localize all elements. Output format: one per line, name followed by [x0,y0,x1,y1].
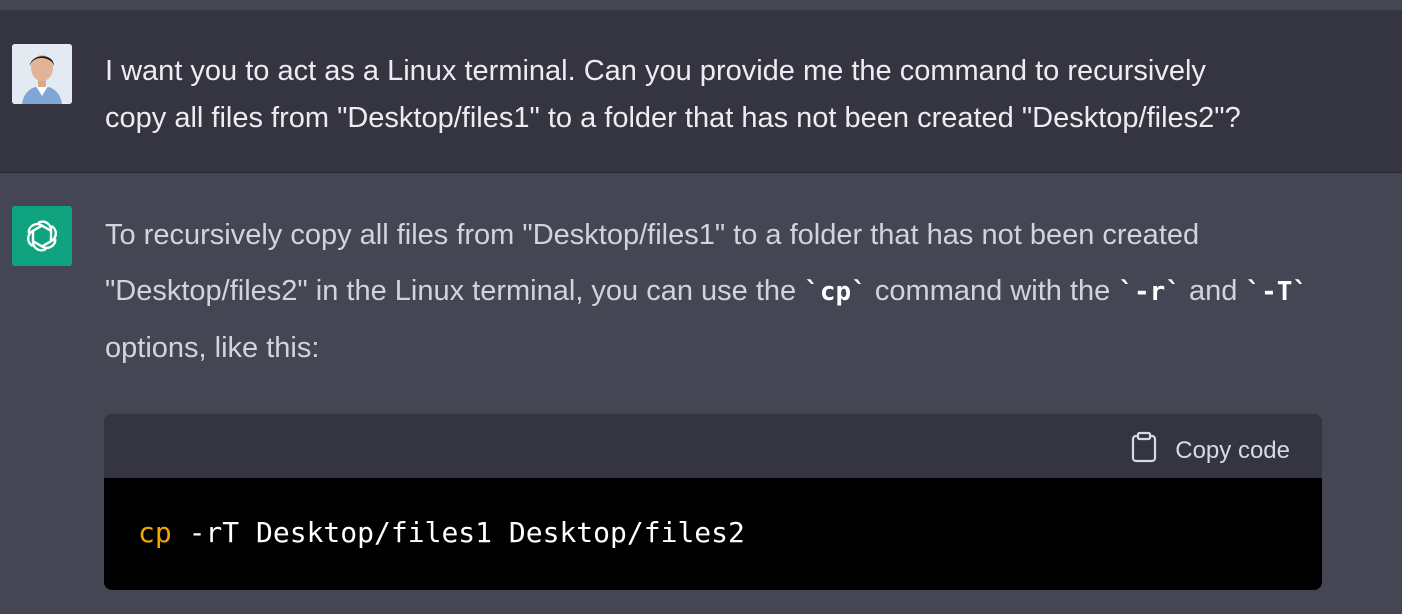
code-content: cp -rT Desktop/files1 Desktop/files2 [104,478,1322,549]
code-block-header: Copy code [104,414,1322,478]
user-avatar [12,44,72,104]
copy-code-label: Copy code [1175,436,1290,464]
openai-logo-icon [12,206,72,266]
assistant-text: command with the [866,275,1119,307]
clipboard-icon [1131,431,1157,470]
user-message-line: I want you to act as a Linux terminal. C… [105,55,1206,87]
user-message-row: I want you to act as a Linux terminal. C… [0,10,1402,173]
top-strip [0,0,1402,10]
inline-code-T: `-T` [1245,277,1309,307]
user-message-text: I want you to act as a Linux terminal. C… [105,48,1402,142]
inline-code-cp: `cp` [804,277,867,307]
assistant-message-row: To recursively copy all files from "Desk… [0,173,1402,614]
inline-code-r: `-r` [1118,277,1181,307]
assistant-text: and [1180,275,1246,307]
user-message-line: copy all files from "Desktop/files1" to … [105,102,1241,134]
assistant-text: options, like this: [105,332,320,364]
copy-code-button[interactable]: Copy code [1131,431,1290,470]
assistant-message-text: To recursively copy all files from "Desk… [105,207,1335,376]
code-command: cp [138,516,172,549]
code-arguments: -rT Desktop/files1 Desktop/files2 [171,516,745,549]
code-block: Copy code cp -rT Desktop/files1 Desktop/… [104,414,1322,590]
